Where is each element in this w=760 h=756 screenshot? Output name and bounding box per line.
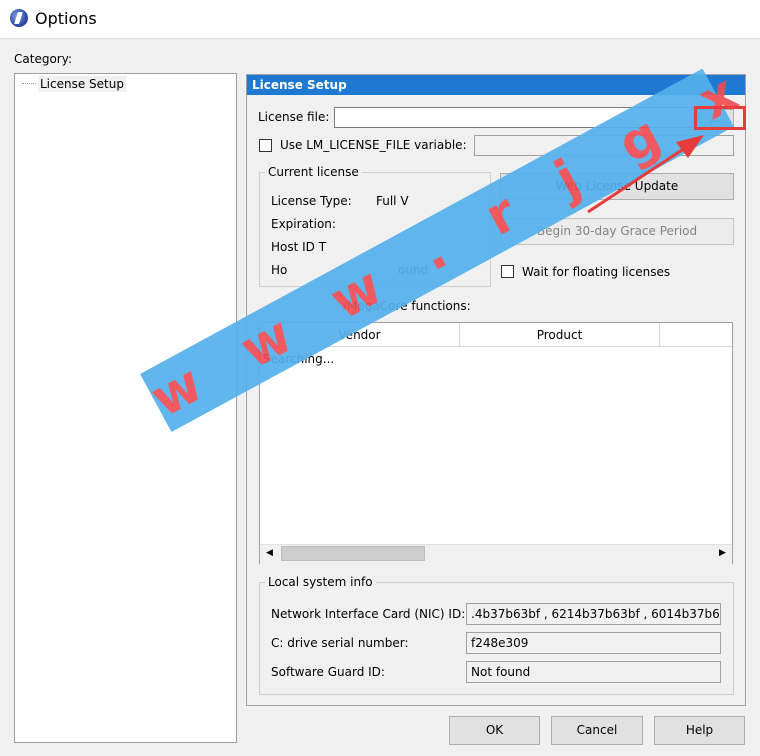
annotation-arrow-icon — [587, 135, 704, 214]
